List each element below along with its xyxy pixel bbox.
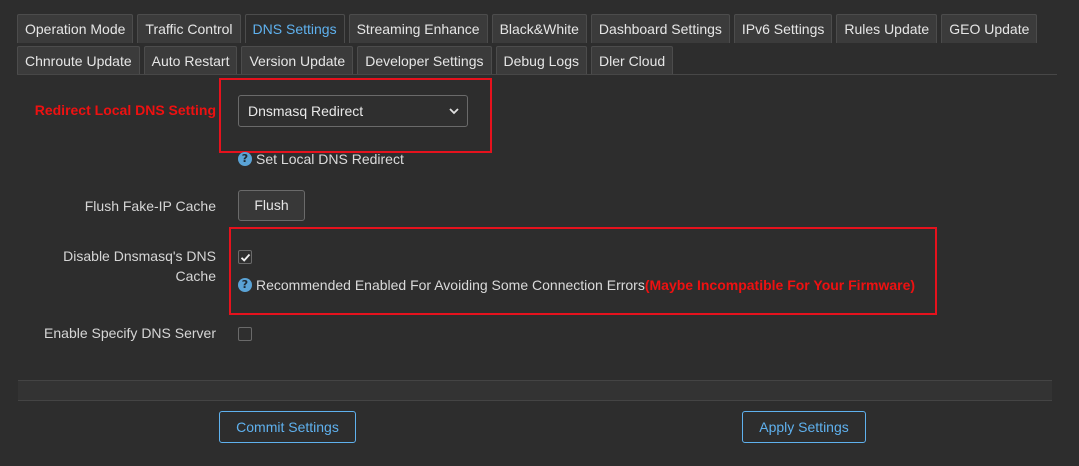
highlight-box-dnsmasq: [229, 227, 937, 315]
tab-row-2: Chnroute Update Auto Restart Version Upd…: [17, 46, 677, 75]
tab-chnroute-update[interactable]: Chnroute Update: [17, 46, 140, 75]
flush-cache-label: Flush Fake-IP Cache: [84, 198, 216, 214]
tab-traffic-control[interactable]: Traffic Control: [137, 14, 241, 43]
tab-debug-logs[interactable]: Debug Logs: [495, 46, 588, 75]
commit-settings-button[interactable]: Commit Settings: [219, 411, 356, 443]
tab-geo-update[interactable]: GEO Update: [941, 14, 1038, 43]
tab-version-update[interactable]: Version Update: [241, 46, 354, 75]
tab-divider: [17, 74, 1057, 75]
footer-band: [18, 380, 1052, 401]
tab-developer-settings[interactable]: Developer Settings: [357, 46, 492, 75]
tab-dashboard-settings[interactable]: Dashboard Settings: [590, 14, 730, 43]
help-icon: ?: [238, 152, 252, 166]
flush-button[interactable]: Flush: [238, 190, 305, 221]
tab-ipv6-settings[interactable]: IPv6 Settings: [733, 14, 833, 43]
specify-dns-checkbox[interactable]: [238, 327, 252, 341]
dnsmasq-cache-label-line1: Disable Dnsmasq's DNS: [63, 248, 216, 264]
dnsmasq-cache-label: Disable Dnsmasq's DNS Cache: [20, 246, 216, 286]
highlight-box-redirect: [219, 78, 492, 153]
tab-streaming-enhance[interactable]: Streaming Enhance: [348, 14, 488, 43]
apply-settings-button[interactable]: Apply Settings: [742, 411, 866, 443]
tab-auto-restart[interactable]: Auto Restart: [143, 46, 238, 75]
redirect-help: ? Set Local DNS Redirect: [238, 151, 404, 167]
dnsmasq-cache-label-line2: Cache: [175, 268, 216, 284]
redirect-dns-label: Redirect Local DNS Setting: [34, 102, 216, 118]
specify-dns-label: Enable Specify DNS Server: [44, 325, 216, 341]
tab-dler-cloud[interactable]: Dler Cloud: [591, 46, 674, 75]
redirect-help-text: Set Local DNS Redirect: [256, 151, 404, 167]
tab-black-white[interactable]: Black&White: [491, 14, 587, 43]
tab-operation-mode[interactable]: Operation Mode: [17, 14, 134, 43]
tab-dns-settings[interactable]: DNS Settings: [244, 14, 345, 43]
tab-row-1: Operation Mode Traffic Control DNS Setti…: [17, 14, 1041, 43]
tab-rules-update[interactable]: Rules Update: [836, 14, 938, 43]
